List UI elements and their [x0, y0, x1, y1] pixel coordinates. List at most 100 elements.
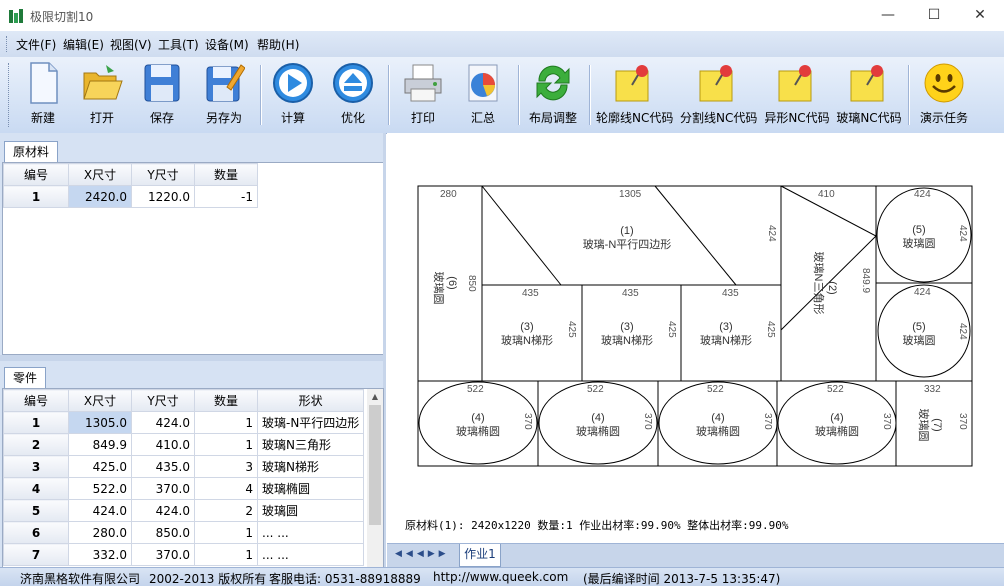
cell-quantity[interactable]: 1	[194, 433, 258, 456]
column-header[interactable]: 数量	[194, 389, 258, 412]
menu-help[interactable]: 帮助(H)	[257, 36, 299, 53]
layout-adjust-button[interactable]: 布局调整	[525, 61, 581, 131]
menu-tools[interactable]: 工具(T)	[158, 36, 199, 53]
table-row[interactable]: 2 849.9 410.0 1 玻璃N三角形	[3, 433, 365, 456]
outline-nc-button[interactable]: 轮廓线NC代码	[596, 61, 673, 131]
save-as-button[interactable]: 另存为	[198, 61, 250, 131]
column-header[interactable]: Y尺寸	[131, 389, 195, 412]
status-url[interactable]: http://www.queek.com	[433, 570, 568, 584]
cell-quantity[interactable]: 2	[194, 499, 258, 522]
close-button[interactable]: ✕	[957, 0, 1003, 31]
new-button[interactable]: 新建	[18, 61, 68, 131]
cell-y-size[interactable]: 424.0	[131, 411, 195, 434]
table-row[interactable]: 3 425.0 435.0 3 玻璃N梯形	[3, 455, 365, 478]
table-row[interactable]: 5 424.0 424.0 2 玻璃圆	[3, 499, 365, 522]
shape-nc-button[interactable]: 异形NC代码	[764, 61, 830, 131]
tab-job-1[interactable]: 作业1	[459, 544, 501, 567]
cell-y-size[interactable]: 435.0	[131, 455, 195, 478]
cell-y-size[interactable]: 370.0	[131, 543, 195, 566]
menu-file[interactable]: 文件(F)	[16, 36, 56, 53]
row-number[interactable]: 2	[3, 433, 69, 456]
column-header[interactable]: X尺寸	[68, 163, 132, 186]
maximize-button[interactable]: ☐	[911, 0, 957, 31]
column-header[interactable]: 编号	[3, 163, 69, 186]
row-number[interactable]: 5	[3, 499, 69, 522]
cell-x-size[interactable]: 849.9	[68, 433, 132, 456]
table-row[interactable]: 1 2420.0 1220.0 -1	[3, 185, 258, 208]
cutting-layout-svg[interactable]: 280 1305 410 424 424 435 435 435 522 522…	[387, 133, 1004, 508]
menu-view[interactable]: 视图(V)	[110, 36, 152, 53]
parts-scrollbar[interactable]: ▲	[367, 389, 383, 567]
scroll-up-icon[interactable]: ▲	[367, 389, 383, 405]
toolbar-grip[interactable]	[8, 63, 12, 127]
status-company: 济南黑格软件有限公司	[20, 572, 141, 586]
cell-quantity[interactable]: 3	[194, 455, 258, 478]
cell-quantity[interactable]: 1	[194, 521, 258, 544]
row-number[interactable]: 4	[3, 477, 69, 500]
status-phone: 客服电话: 0531-88918889	[269, 572, 421, 586]
cell-x-size[interactable]: 522.0	[68, 477, 132, 500]
dim-label: 425	[666, 321, 677, 338]
table-row[interactable]: 1 1305.0 424.0 1 玻璃-N平行四边形	[3, 411, 365, 434]
cell-shape[interactable]: 玻璃椭圆	[256, 477, 365, 500]
demo-task-button[interactable]: 演示任务	[914, 61, 974, 131]
menu-device[interactable]: 设备(M)	[205, 36, 249, 53]
minimize-button[interactable]: —	[865, 0, 911, 31]
tab-raw-material[interactable]: 原材料	[4, 141, 59, 163]
column-header[interactable]: Y尺寸	[131, 163, 195, 186]
cell-x-size[interactable]: 1305.0	[68, 411, 132, 434]
column-header[interactable]: X尺寸	[68, 389, 132, 412]
row-number[interactable]: 1	[3, 411, 69, 434]
cell-shape[interactable]: 玻璃N梯形	[256, 455, 365, 478]
cell-x-size[interactable]: 2420.0	[68, 185, 132, 208]
part-name: 玻璃椭圆	[815, 424, 859, 438]
cell-x-size[interactable]: 425.0	[68, 455, 132, 478]
row-number[interactable]: 6	[3, 521, 69, 544]
cell-y-size[interactable]: 850.0	[131, 521, 195, 544]
cell-x-size[interactable]: 332.0	[68, 543, 132, 566]
row-number[interactable]: 7	[3, 543, 69, 566]
row-number[interactable]: 1	[3, 185, 69, 208]
table-row[interactable]: 7 332.0 370.0 1... ...	[3, 543, 365, 566]
cell-quantity[interactable]: 1	[194, 411, 258, 434]
cell-y-size[interactable]: 424.0	[131, 499, 195, 522]
cell-shape[interactable]: ... ...	[256, 521, 365, 544]
save-button[interactable]: 保存	[137, 61, 187, 131]
cell-quantity[interactable]: 1	[194, 543, 258, 566]
optimize-button[interactable]: 优化	[328, 61, 378, 131]
cell-y-size[interactable]: 370.0	[131, 477, 195, 500]
cell-x-size[interactable]: 424.0	[68, 499, 132, 522]
status-copyright: 2002-2013 版权所有	[149, 572, 267, 586]
print-button[interactable]: 打印	[398, 61, 448, 131]
compute-button[interactable]: 计算	[268, 61, 318, 131]
menu-grip[interactable]	[6, 36, 10, 52]
cell-shape[interactable]: 玻璃N三角形	[256, 433, 365, 456]
split-nc-button[interactable]: 分割线NC代码	[680, 61, 757, 131]
parallelogram-edge	[654, 185, 737, 286]
glass-nc-button[interactable]: 玻璃NC代码	[836, 61, 902, 131]
scroll-thumb[interactable]	[369, 405, 381, 525]
part-name: 玻璃椭圆	[696, 424, 740, 438]
cell-y-size[interactable]: 1220.0	[131, 185, 195, 208]
raw-material-grid: 编号 X尺寸 Y尺寸 数量 1 2420.0 1220.0 -1	[2, 162, 384, 355]
column-header[interactable]: 编号	[3, 389, 69, 412]
cell-quantity[interactable]: 4	[194, 477, 258, 500]
row-number[interactable]: 3	[3, 455, 69, 478]
tab-parts[interactable]: 零件	[4, 367, 47, 389]
cell-shape[interactable]: ... ...	[256, 543, 365, 566]
cell-y-size[interactable]: 410.0	[131, 433, 195, 456]
table-row[interactable]: 6 280.0 850.0 1... ...	[3, 521, 365, 544]
part-name: 玻璃N梯形	[700, 333, 752, 347]
cell-shape[interactable]: 玻璃圆	[256, 499, 365, 522]
cell-x-size[interactable]: 280.0	[68, 521, 132, 544]
tab-nav-arrows-icon[interactable]: ◀◀◀▶▶	[395, 549, 450, 559]
column-header[interactable]: 数量	[194, 163, 258, 186]
horizontal-splitter[interactable]	[0, 355, 383, 581]
cell-shape[interactable]: 玻璃-N平行四边形	[256, 411, 365, 434]
summary-button[interactable]: 汇总	[458, 61, 508, 131]
column-header[interactable]: 形状	[256, 389, 365, 412]
open-button[interactable]: 打开	[76, 61, 128, 131]
menu-edit[interactable]: 编辑(E)	[63, 36, 104, 53]
table-row[interactable]: 4 522.0 370.0 4 玻璃椭圆	[3, 477, 365, 500]
cell-quantity[interactable]: -1	[194, 185, 258, 208]
